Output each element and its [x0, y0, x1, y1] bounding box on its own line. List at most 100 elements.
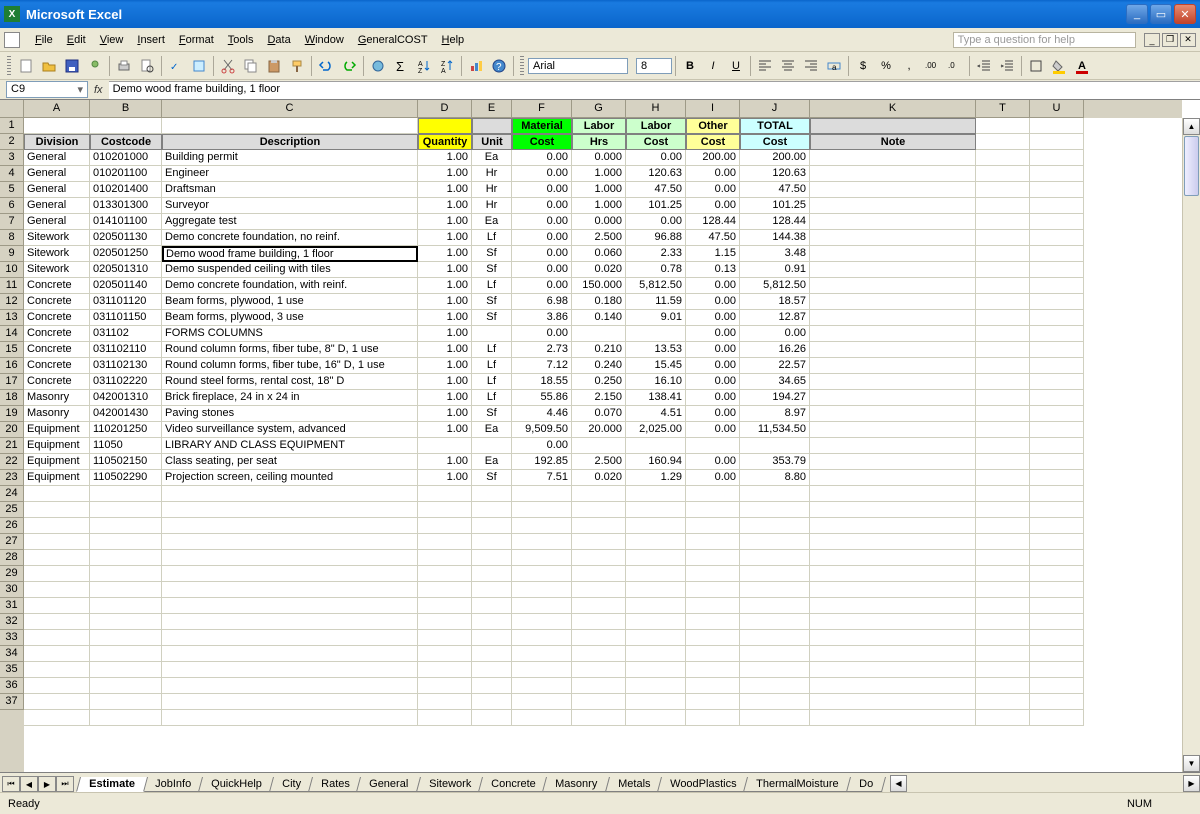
cell[interactable]	[418, 710, 472, 726]
cell[interactable]: 0.00	[512, 326, 572, 342]
cell[interactable]	[626, 614, 686, 630]
cell[interactable]	[90, 582, 162, 598]
cell[interactable]	[810, 566, 976, 582]
cell[interactable]	[162, 502, 418, 518]
cell[interactable]	[976, 326, 1030, 342]
cell[interactable]: 1.00	[418, 150, 472, 166]
scroll-thumb[interactable]	[1184, 136, 1199, 196]
cell[interactable]: Lf	[472, 342, 512, 358]
cell[interactable]	[24, 614, 90, 630]
cell[interactable]	[162, 678, 418, 694]
cell[interactable]: 4.51	[626, 406, 686, 422]
cell[interactable]	[686, 550, 740, 566]
cell[interactable]: 7.51	[512, 470, 572, 486]
cell[interactable]	[90, 550, 162, 566]
cell[interactable]	[626, 486, 686, 502]
minimize-button[interactable]: _	[1126, 4, 1148, 24]
column-header-B[interactable]: B	[90, 100, 162, 118]
cell[interactable]	[162, 662, 418, 678]
cell[interactable]	[1030, 438, 1084, 454]
cell[interactable]	[24, 662, 90, 678]
cell[interactable]	[90, 694, 162, 710]
row-header-27[interactable]: 27	[0, 534, 24, 550]
increase-decimal-icon[interactable]: .00	[921, 55, 943, 77]
cell[interactable]	[1030, 182, 1084, 198]
cell[interactable]: 47.50	[626, 182, 686, 198]
cell[interactable]	[572, 438, 626, 454]
cells-area[interactable]: MaterialLaborLaborOtherTOTALDivisionCost…	[24, 118, 1182, 772]
cell[interactable]	[810, 678, 976, 694]
cell[interactable]	[90, 118, 162, 134]
cell[interactable]: Division	[24, 134, 90, 150]
paste-icon[interactable]	[263, 55, 285, 77]
cell[interactable]: 110502290	[90, 470, 162, 486]
cell[interactable]: 0.00	[512, 262, 572, 278]
new-icon[interactable]	[15, 55, 37, 77]
cell[interactable]	[686, 534, 740, 550]
cell[interactable]: 0.00	[686, 470, 740, 486]
cut-icon[interactable]	[217, 55, 239, 77]
cell[interactable]: 0.00	[686, 198, 740, 214]
cell[interactable]: 47.50	[686, 230, 740, 246]
cell[interactable]: 0.020	[572, 262, 626, 278]
cell[interactable]: Concrete	[24, 342, 90, 358]
cell[interactable]: Sf	[472, 470, 512, 486]
row-header-9[interactable]: 9	[0, 246, 24, 262]
cell[interactable]	[740, 518, 810, 534]
row-header-34[interactable]: 34	[0, 646, 24, 662]
mdi-close-button[interactable]: ✕	[1180, 33, 1196, 47]
cell[interactable]: 1.00	[418, 454, 472, 470]
cell[interactable]: 5,812.50	[626, 278, 686, 294]
cell[interactable]	[162, 598, 418, 614]
cell[interactable]	[512, 598, 572, 614]
cell[interactable]: 1.29	[626, 470, 686, 486]
sheet-tab-general[interactable]: General	[356, 777, 421, 792]
cell[interactable]	[626, 518, 686, 534]
cell[interactable]	[24, 694, 90, 710]
cell[interactable]	[1030, 486, 1084, 502]
merge-center-icon[interactable]: a	[823, 55, 845, 77]
cell[interactable]	[740, 662, 810, 678]
cell[interactable]: Ea	[472, 454, 512, 470]
row-header-8[interactable]: 8	[0, 230, 24, 246]
name-box[interactable]: C9▾	[6, 81, 88, 98]
menu-help[interactable]: Help	[435, 32, 472, 48]
cell[interactable]: Paving stones	[162, 406, 418, 422]
cell[interactable]: 0.00	[686, 422, 740, 438]
cell[interactable]: 0.00	[512, 278, 572, 294]
cell[interactable]: 0.00	[686, 374, 740, 390]
cell[interactable]: 031102	[90, 326, 162, 342]
cell[interactable]	[572, 550, 626, 566]
cell[interactable]	[572, 486, 626, 502]
cell[interactable]	[976, 454, 1030, 470]
underline-icon[interactable]: U	[725, 55, 747, 77]
cell[interactable]	[626, 566, 686, 582]
cell[interactable]: Sf	[472, 294, 512, 310]
cell[interactable]	[24, 518, 90, 534]
cell[interactable]	[686, 614, 740, 630]
cell[interactable]: 010201000	[90, 150, 162, 166]
row-header-20[interactable]: 20	[0, 422, 24, 438]
hyperlink-icon[interactable]	[367, 55, 389, 77]
cell[interactable]	[472, 598, 512, 614]
row-header-24[interactable]: 24	[0, 486, 24, 502]
row-header-7[interactable]: 7	[0, 214, 24, 230]
cell[interactable]: Demo wood frame building, 1 floor	[162, 246, 418, 262]
cell[interactable]	[626, 438, 686, 454]
sheet-tab-concrete[interactable]: Concrete	[478, 777, 549, 792]
cell[interactable]: General	[24, 166, 90, 182]
cell[interactable]: Other	[686, 118, 740, 134]
row-header-11[interactable]: 11	[0, 278, 24, 294]
cell[interactable]	[1030, 118, 1084, 134]
cell[interactable]: TOTAL	[740, 118, 810, 134]
cell[interactable]	[472, 710, 512, 726]
cell[interactable]: Cost	[512, 134, 572, 150]
cell[interactable]	[976, 198, 1030, 214]
cell[interactable]	[810, 470, 976, 486]
cell[interactable]	[810, 342, 976, 358]
cell[interactable]: Concrete	[24, 374, 90, 390]
cell[interactable]: 1.15	[686, 246, 740, 262]
cell[interactable]	[512, 566, 572, 582]
cell[interactable]: 0.00	[686, 358, 740, 374]
cell[interactable]	[512, 646, 572, 662]
